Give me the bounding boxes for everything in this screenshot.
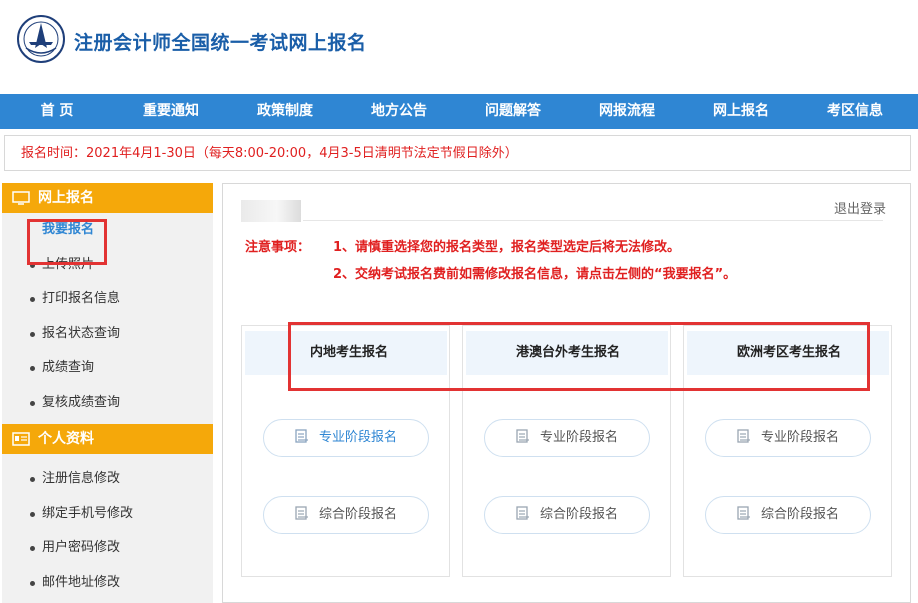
nav-local-announcements[interactable]: 地方公告 (342, 94, 456, 129)
sidebar-item-score-query[interactable]: 成绩查询 (2, 351, 213, 386)
sidebar-item-label: 成绩查询 (42, 360, 95, 375)
sidebar-list-registration: 我要报名 上传照片 打印报名信息 报名状态查询 成绩查询 复核成绩查询 (2, 213, 213, 420)
nav-home[interactable]: 首 页 (0, 94, 114, 129)
bullet-icon (30, 546, 35, 551)
button-label: 综合阶段报名 (539, 507, 618, 522)
sidebar-item-status-query[interactable]: 报名状态查询 (2, 317, 213, 352)
sidebar-item-label: 打印报名信息 (42, 291, 121, 306)
bullet-icon (30, 400, 35, 406)
button-label: 专业阶段报名 (539, 430, 618, 445)
bullet-icon (30, 262, 35, 268)
sidebar-item-label: 上传照片 (42, 256, 95, 272)
bullet-icon (30, 297, 35, 302)
sidebar-section-title: 个人资料 (38, 431, 94, 447)
main-panel: 退出登录 注意事项： 1、请慎重选择您的报名类型，报名类型选定后将无法修改。 2… (222, 183, 911, 603)
button-label: 综合阶段报名 (760, 507, 839, 522)
comprehensive-stage-button[interactable]: 综合阶段报名 (484, 496, 650, 534)
column-title: 港澳台外考生报名 (466, 331, 668, 375)
sidebar-section-personal-info: 个人资料 (2, 424, 213, 454)
bullet-icon (30, 580, 35, 586)
divider (303, 220, 883, 221)
monitor-icon (12, 191, 30, 205)
sidebar-item-edit-password[interactable]: 用户密码修改 (2, 531, 213, 566)
main-nav: 首 页 重要通知 政策制度 地方公告 问题解答 网报流程 网上报名 考区信息 (0, 94, 918, 129)
notice-label: 注意事项： (245, 240, 311, 255)
nav-online-registration[interactable]: 网上报名 (684, 94, 798, 129)
professional-stage-button[interactable]: 专业阶段报名 (263, 419, 429, 457)
form-icon (737, 429, 750, 443)
professional-stage-button[interactable]: 专业阶段报名 (705, 419, 871, 457)
registration-time-notice: 报名时间：2021年4月1-30日（每天8:00-20:00，4月3-5日清明节… (4, 135, 911, 171)
sidebar-list-personal: 注册信息修改 绑定手机号修改 用户密码修改 邮件地址修改 (2, 462, 213, 600)
bullet-icon (30, 511, 35, 517)
notice-item-1: 1、请慎重选择您的报名类型，报名类型选定后将无法修改。 (333, 240, 681, 255)
nav-faq[interactable]: 问题解答 (456, 94, 570, 129)
sidebar: 网上报名 我要报名 上传照片 打印报名信息 报名状态查询 成绩查询 复核成绩查询… (2, 183, 213, 603)
column-mainland: 内地考生报名 专业阶段报名 综合阶段报名 (241, 325, 450, 577)
form-icon (516, 429, 529, 443)
sidebar-item-label: 报名状态查询 (42, 325, 121, 341)
nav-important-notices[interactable]: 重要通知 (114, 94, 228, 129)
site-title: 注册会计师全国统一考试网上报名 (74, 32, 367, 54)
column-hk-macau-taiwan-foreign: 港澳台外考生报名 专业阶段报名 综合阶段报名 (462, 325, 671, 577)
bullet-icon (30, 331, 35, 337)
logout-link[interactable]: 退出登录 (834, 198, 886, 217)
form-icon (516, 506, 529, 520)
sidebar-item-review-query[interactable]: 复核成绩查询 (2, 386, 213, 421)
nav-policies[interactable]: 政策制度 (228, 94, 342, 129)
sidebar-item-label: 邮件地址修改 (42, 574, 121, 590)
sidebar-item-label: 注册信息修改 (42, 471, 121, 486)
form-icon (295, 429, 308, 443)
form-icon (295, 506, 308, 520)
sidebar-item-label: 绑定手机号修改 (42, 505, 134, 521)
button-label: 综合阶段报名 (318, 507, 397, 522)
comprehensive-stage-button[interactable]: 综合阶段报名 (705, 496, 871, 534)
registration-type-columns: 内地考生报名 专业阶段报名 综合阶段报名 港澳台外考生报名 专业阶段报名 综合阶… (241, 325, 892, 577)
column-title: 欧洲考区考生报名 (687, 331, 889, 375)
sidebar-item-label: 用户密码修改 (42, 540, 121, 555)
comprehensive-stage-button[interactable]: 综合阶段报名 (263, 496, 429, 534)
column-title: 内地考生报名 (245, 331, 447, 375)
sidebar-item-label: 复核成绩查询 (42, 394, 121, 410)
notice-item-2: 2、交纳考试报名费前如需修改报名信息，请点击左侧的“我要报名”。 (333, 267, 737, 282)
professional-stage-button[interactable]: 专业阶段报名 (484, 419, 650, 457)
cicpa-emblem-icon (17, 15, 65, 63)
form-icon (737, 506, 750, 520)
sidebar-item-apply[interactable]: 我要报名 (2, 213, 213, 248)
bullet-icon (30, 366, 35, 371)
sidebar-item-label: 我要报名 (42, 222, 95, 237)
button-label: 专业阶段报名 (318, 430, 397, 445)
sidebar-item-upload-photo[interactable]: 上传照片 (2, 248, 213, 283)
column-europe: 欧洲考区考生报名 专业阶段报名 综合阶段报名 (683, 325, 892, 577)
sidebar-item-edit-registration[interactable]: 注册信息修改 (2, 462, 213, 497)
nav-registration-process[interactable]: 网报流程 (570, 94, 684, 129)
button-label: 专业阶段报名 (760, 430, 839, 445)
sidebar-item-edit-email[interactable]: 邮件地址修改 (2, 566, 213, 601)
sidebar-section-online-registration: 网上报名 (2, 183, 213, 213)
username-blurred (241, 200, 301, 222)
id-card-icon (12, 432, 30, 446)
bullet-icon (30, 477, 35, 482)
nav-exam-area-info[interactable]: 考区信息 (798, 94, 912, 129)
sidebar-section-title: 网上报名 (38, 190, 94, 206)
site-header: 注册会计师全国统一考试网上报名 (0, 0, 918, 94)
sidebar-item-edit-phone[interactable]: 绑定手机号修改 (2, 497, 213, 532)
sidebar-item-print-info[interactable]: 打印报名信息 (2, 282, 213, 317)
